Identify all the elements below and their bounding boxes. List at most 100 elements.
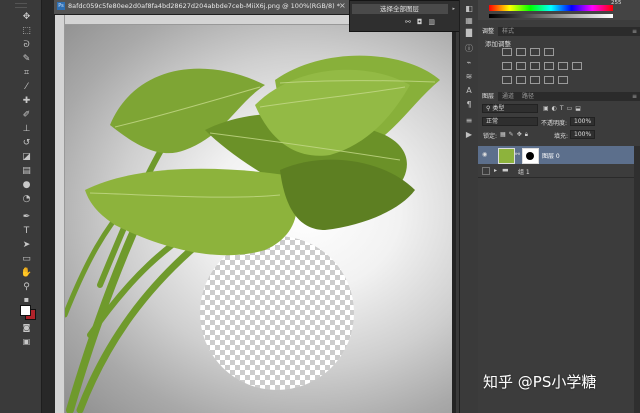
transparent-cutout: [200, 236, 354, 390]
color-balance-icon[interactable]: [530, 62, 540, 70]
select-all-layers-label: 选择全部图层: [380, 5, 419, 13]
healing-icon[interactable]: ✚: [20, 96, 33, 107]
channel-mixer-icon[interactable]: [572, 62, 582, 70]
blend-mode-value: 正常: [486, 118, 499, 125]
fill-label: 填充:: [554, 133, 569, 140]
lock-icons: ▦✎✥🔒︎: [500, 131, 531, 139]
blur-icon[interactable]: ●: [20, 180, 33, 191]
link-icon[interactable]: ⚯: [405, 18, 417, 26]
layer-kind-filter[interactable]: ⚲ 类型: [482, 104, 538, 113]
info-panel-icon[interactable]: ⓘ: [464, 44, 474, 53]
lock-label: 锁定:: [483, 133, 498, 140]
layer-row[interactable]: ▸ ▬ 组 1: [478, 165, 634, 178]
move-icon[interactable]: ✥: [20, 12, 33, 23]
watermark: 知乎 @PS小学糖: [483, 373, 597, 391]
color-spectrum[interactable]: [489, 5, 613, 11]
opacity-field[interactable]: 100%: [570, 117, 595, 126]
filter-smart-icon[interactable]: ⬓: [575, 105, 584, 112]
panel-menu-icon[interactable]: ≡: [632, 27, 637, 36]
invert-icon[interactable]: [502, 76, 512, 84]
layer-row[interactable]: ◉ ⚯ 图层 0: [478, 146, 634, 164]
filter-pixel-icon[interactable]: ▣: [543, 105, 552, 112]
folder-icon: ▬: [502, 166, 509, 174]
quick-mask-icon[interactable]: ◙: [20, 322, 33, 333]
eraser-icon[interactable]: ◪: [20, 152, 33, 163]
layers-panel-menu-icon[interactable]: ≡: [632, 92, 637, 101]
hand-icon[interactable]: ✋: [20, 268, 33, 279]
dodge-icon[interactable]: ◔: [20, 194, 33, 205]
shape-icon[interactable]: ▭: [20, 254, 33, 265]
filter-adjust-icon[interactable]: ◐: [552, 105, 560, 112]
menu-arrow-icon[interactable]: ▸: [452, 6, 455, 12]
crop-icon[interactable]: ⌗: [20, 68, 33, 79]
layer-mask-thumbnail[interactable]: [522, 148, 539, 164]
lasso-icon[interactable]: ᘐ: [20, 40, 33, 51]
photo-filter-icon[interactable]: [558, 62, 568, 70]
group-name: 组 1: [518, 169, 530, 176]
tab-paths[interactable]: 路径: [518, 92, 538, 101]
marquee-icon[interactable]: ⬚: [20, 26, 33, 37]
type-icon[interactable]: T: [20, 226, 33, 237]
foreground-color-swatch[interactable]: [20, 305, 31, 316]
character-icon[interactable]: A: [464, 86, 474, 95]
paragraph-icon[interactable]: ¶: [464, 100, 474, 109]
fill-field[interactable]: 100%: [570, 130, 595, 139]
brush-icon[interactable]: ✐: [20, 110, 33, 121]
tab-layers[interactable]: 图层: [478, 92, 499, 101]
tab-adjustments[interactable]: 调整: [478, 27, 499, 36]
reset-colors-icon[interactable]: ▪: [20, 294, 33, 305]
path-select-icon[interactable]: ➤: [20, 240, 33, 251]
zoom-icon[interactable]: ⚲: [20, 282, 33, 293]
trash-icon[interactable]: ▥: [428, 18, 441, 26]
expand-arrow-icon[interactable]: ▸: [494, 167, 497, 174]
selective-color-icon[interactable]: [558, 76, 568, 84]
history-brush-icon[interactable]: ↺: [20, 138, 33, 149]
blend-mode-select[interactable]: 正常: [482, 117, 538, 126]
tools-panel: ✥ ⬚ ᘐ ✎ ⌗ ⁄ ✚ ✐ ⊥ ↺ ◪ ▤ ● ◔ ✒ T ➤ ▭ ✋ ⚲ …: [0, 0, 42, 413]
tab-channels[interactable]: 通道: [498, 92, 518, 101]
levels-icon[interactable]: [516, 48, 526, 56]
lock-all-icon[interactable]: 🔒︎: [525, 131, 531, 138]
filter-shape-icon[interactable]: ▭: [567, 105, 576, 112]
visibility-toggle[interactable]: [482, 167, 490, 175]
properties-icon[interactable]: ≡: [464, 116, 474, 125]
posterize-icon[interactable]: [516, 76, 526, 84]
lock-pixels-icon[interactable]: ✎: [509, 131, 517, 138]
vibrance-icon[interactable]: [502, 62, 512, 70]
brush-presets-icon[interactable]: ≋: [464, 72, 474, 81]
brightness-contrast-icon[interactable]: [502, 48, 512, 56]
gradient-map-icon[interactable]: [544, 76, 554, 84]
eyedropper-icon[interactable]: ⁄: [20, 82, 33, 93]
adjust-icon[interactable]: ⌁: [464, 58, 474, 67]
camera-icon[interactable]: ◘: [417, 18, 429, 26]
stamp-icon[interactable]: ⊥: [20, 124, 33, 135]
curves-icon[interactable]: [530, 48, 540, 56]
threshold-icon[interactable]: [530, 76, 540, 84]
swatches-panel-icon[interactable]: ▦: [464, 16, 474, 25]
pen-icon[interactable]: ✒: [20, 212, 33, 223]
lock-position-icon[interactable]: ✥: [517, 131, 525, 138]
select-all-layers-item[interactable]: 选择全部图层: [352, 4, 448, 14]
layer-context-menu: 选择全部图层 ▸ ⚯◘▥: [349, 0, 460, 32]
exposure-icon[interactable]: [544, 48, 554, 56]
tab-styles[interactable]: 样式: [498, 27, 518, 36]
color-panel-icon[interactable]: ◧: [464, 4, 474, 13]
gradient-icon[interactable]: ▤: [20, 166, 33, 177]
lock-transparent-icon[interactable]: ▦: [500, 131, 509, 138]
histogram-icon[interactable]: ▇: [464, 28, 474, 37]
screen-mode-icon[interactable]: ▣: [20, 336, 33, 347]
hue-saturation-icon[interactable]: [516, 62, 526, 70]
layers-scrollbar[interactable]: [634, 146, 640, 413]
document-canvas[interactable]: [65, 25, 452, 413]
eye-icon[interactable]: ◉: [482, 152, 490, 158]
close-tab-icon[interactable]: ×: [339, 1, 346, 10]
panel-grip[interactable]: [15, 3, 27, 8]
chain-link-icon[interactable]: ⚯: [515, 151, 520, 158]
layers-tabbar: 图层 通道 路径 ≡: [478, 92, 640, 101]
quick-select-icon[interactable]: ✎: [20, 54, 33, 65]
actions-icon[interactable]: ▶: [464, 130, 474, 139]
filter-type-icon[interactable]: T: [560, 105, 567, 112]
black-white-icon[interactable]: [544, 62, 554, 70]
ps-badge: Ps: [57, 2, 65, 10]
brightness-ramp[interactable]: [489, 14, 613, 18]
